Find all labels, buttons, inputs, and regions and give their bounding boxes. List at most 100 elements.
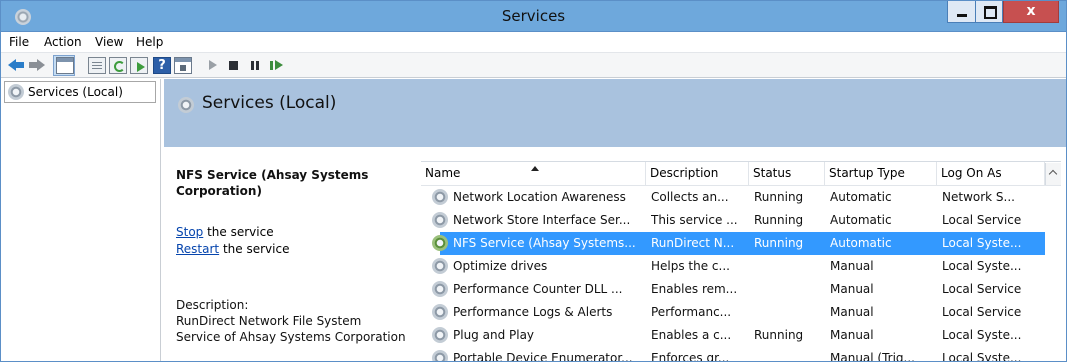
column-header-description[interactable]: Description (646, 162, 749, 186)
description-line: RunDirect Network File System (176, 314, 362, 328)
tree-item-label: Services (Local) (28, 85, 123, 99)
service-startup-type: Manual (Trig... (830, 351, 915, 362)
service-startup-type: Manual (830, 259, 874, 273)
service-status: Running (754, 213, 804, 227)
description-label: Description: (176, 298, 249, 312)
service-row[interactable]: Optimize drives Helps the c... Manual Lo… (421, 255, 1045, 278)
pane-header: Services (Local) (164, 79, 1066, 147)
service-description: Performanc... (651, 305, 732, 319)
tree-item-services-local[interactable]: Services (Local) (4, 81, 156, 103)
selected-service-name: NFS Service (Ahsay Systems Corporation) (176, 168, 369, 198)
service-gear-icon (432, 304, 448, 320)
service-startup-type: Manual (830, 328, 874, 342)
start-service-icon[interactable] (204, 57, 222, 74)
column-header-label: Startup Type (829, 166, 905, 180)
service-row[interactable]: Performance Counter DLL ... Enables rem.… (421, 278, 1045, 301)
restart-service-link[interactable]: Restart (176, 242, 219, 256)
service-log-on-as: Local Service (942, 213, 1022, 227)
service-status: Running (754, 190, 804, 204)
back-arrow-icon[interactable] (8, 57, 26, 74)
title-bar[interactable]: Services x (1, 1, 1066, 32)
toolbar: ? (1, 52, 1066, 78)
help-icon[interactable]: ? (153, 57, 171, 74)
sort-ascending-icon (531, 166, 539, 171)
service-description: This service ... (651, 213, 738, 227)
service-status: Running (754, 328, 804, 342)
service-startup-type: Automatic (830, 190, 892, 204)
service-name: Optimize drives (453, 259, 548, 273)
pane-gear-icon (178, 97, 194, 113)
pause-service-icon[interactable] (246, 57, 264, 74)
service-name: Portable Device Enumerator... (453, 351, 633, 362)
service-startup-type: Manual (830, 282, 874, 296)
service-log-on-as: Local Syste... (942, 259, 1022, 273)
column-header-label: Name (425, 166, 461, 180)
list-header: Name Description Status Startup Type Log… (421, 162, 1061, 186)
service-row[interactable]: Plug and Play Enables a c... Running Man… (421, 324, 1045, 347)
service-description-panel: NFS Service (Ahsay Systems Corporation) (176, 167, 416, 199)
stop-action: Stop the service (176, 225, 274, 239)
service-row[interactable]: Network Store Interface Ser... This serv… (421, 209, 1045, 232)
menu-help[interactable]: Help (136, 35, 163, 49)
service-gear-icon (432, 235, 448, 251)
service-description: Enables rem... (651, 282, 738, 296)
service-name: Network Location Awareness (453, 190, 626, 204)
services-list: Name Description Status Startup Type Log… (421, 161, 1061, 362)
show-action-pane-icon[interactable] (174, 57, 192, 74)
services-gear-icon (8, 84, 24, 100)
pane-title: Services (Local) (202, 93, 337, 113)
restart-service-icon[interactable] (267, 57, 285, 74)
menu-view[interactable]: View (95, 35, 123, 49)
stop-service-link[interactable]: Stop (176, 225, 203, 239)
column-header-label: Log On As (941, 166, 1002, 180)
restart-action-suffix: the service (219, 242, 290, 256)
service-name: Performance Logs & Alerts (453, 305, 613, 319)
column-header-name[interactable]: Name (421, 162, 646, 186)
service-row[interactable]: Portable Device Enumerator... Enforces g… (421, 347, 1045, 362)
service-row[interactable]: Network Location Awareness Collects an..… (421, 186, 1045, 209)
service-startup-type: Automatic (830, 213, 892, 227)
service-log-on-as: Local Service (942, 282, 1022, 296)
description-line: Service of Ahsay Systems Corporation (176, 330, 406, 344)
service-startup-type: Manual (830, 305, 874, 319)
refresh-icon[interactable] (109, 57, 127, 74)
console-tree: Services (Local) (1, 79, 161, 361)
service-description: RunDirect N... (651, 236, 735, 250)
forward-arrow-icon[interactable] (29, 57, 47, 74)
column-header-log-on-as[interactable]: Log On As (937, 162, 1045, 186)
service-name: NFS Service (Ahsay Systems... (453, 236, 636, 250)
window-title: Services (501, 7, 566, 25)
service-row[interactable]: Performance Logs & Alerts Performanc... … (421, 301, 1045, 324)
service-gear-icon (432, 281, 448, 297)
close-button[interactable]: x (1003, 1, 1059, 23)
service-log-on-as: Local Syste... (942, 328, 1022, 342)
service-log-on-as: Local Syste... (942, 236, 1022, 250)
restart-action: Restart the service (176, 242, 289, 256)
service-name: Performance Counter DLL ... (453, 282, 623, 296)
service-status: Running (754, 236, 804, 250)
services-window: Services x File Action View Help ? Servi… (0, 0, 1067, 362)
service-row-selected[interactable]: NFS Service (Ahsay Systems... RunDirect … (421, 232, 1045, 255)
service-gear-icon (432, 350, 448, 361)
column-header-label: Status (753, 166, 792, 180)
column-header-status[interactable]: Status (749, 162, 825, 186)
service-description: Helps the c... (651, 259, 730, 273)
column-header-startup-type[interactable]: Startup Type (825, 162, 937, 186)
service-log-on-as: Network S... (942, 190, 1015, 204)
menu-action[interactable]: Action (44, 35, 82, 49)
service-description: Collects an... (651, 190, 729, 204)
service-startup-type: Automatic (830, 236, 892, 250)
service-log-on-as: Local Service (942, 305, 1022, 319)
properties-list-icon[interactable] (88, 57, 106, 74)
menu-file[interactable]: File (9, 35, 29, 49)
service-name: Network Store Interface Ser... (453, 213, 631, 227)
column-header-label: Description (650, 166, 719, 180)
minimize-button[interactable] (947, 1, 975, 23)
service-gear-icon (432, 189, 448, 205)
scroll-up-button[interactable] (1045, 163, 1061, 185)
export-list-icon[interactable] (130, 57, 148, 74)
stop-service-icon[interactable] (225, 57, 243, 74)
close-icon: x (1026, 3, 1036, 19)
service-log-on-as: Local Syste... (942, 351, 1022, 362)
maximize-button[interactable] (975, 1, 1003, 23)
